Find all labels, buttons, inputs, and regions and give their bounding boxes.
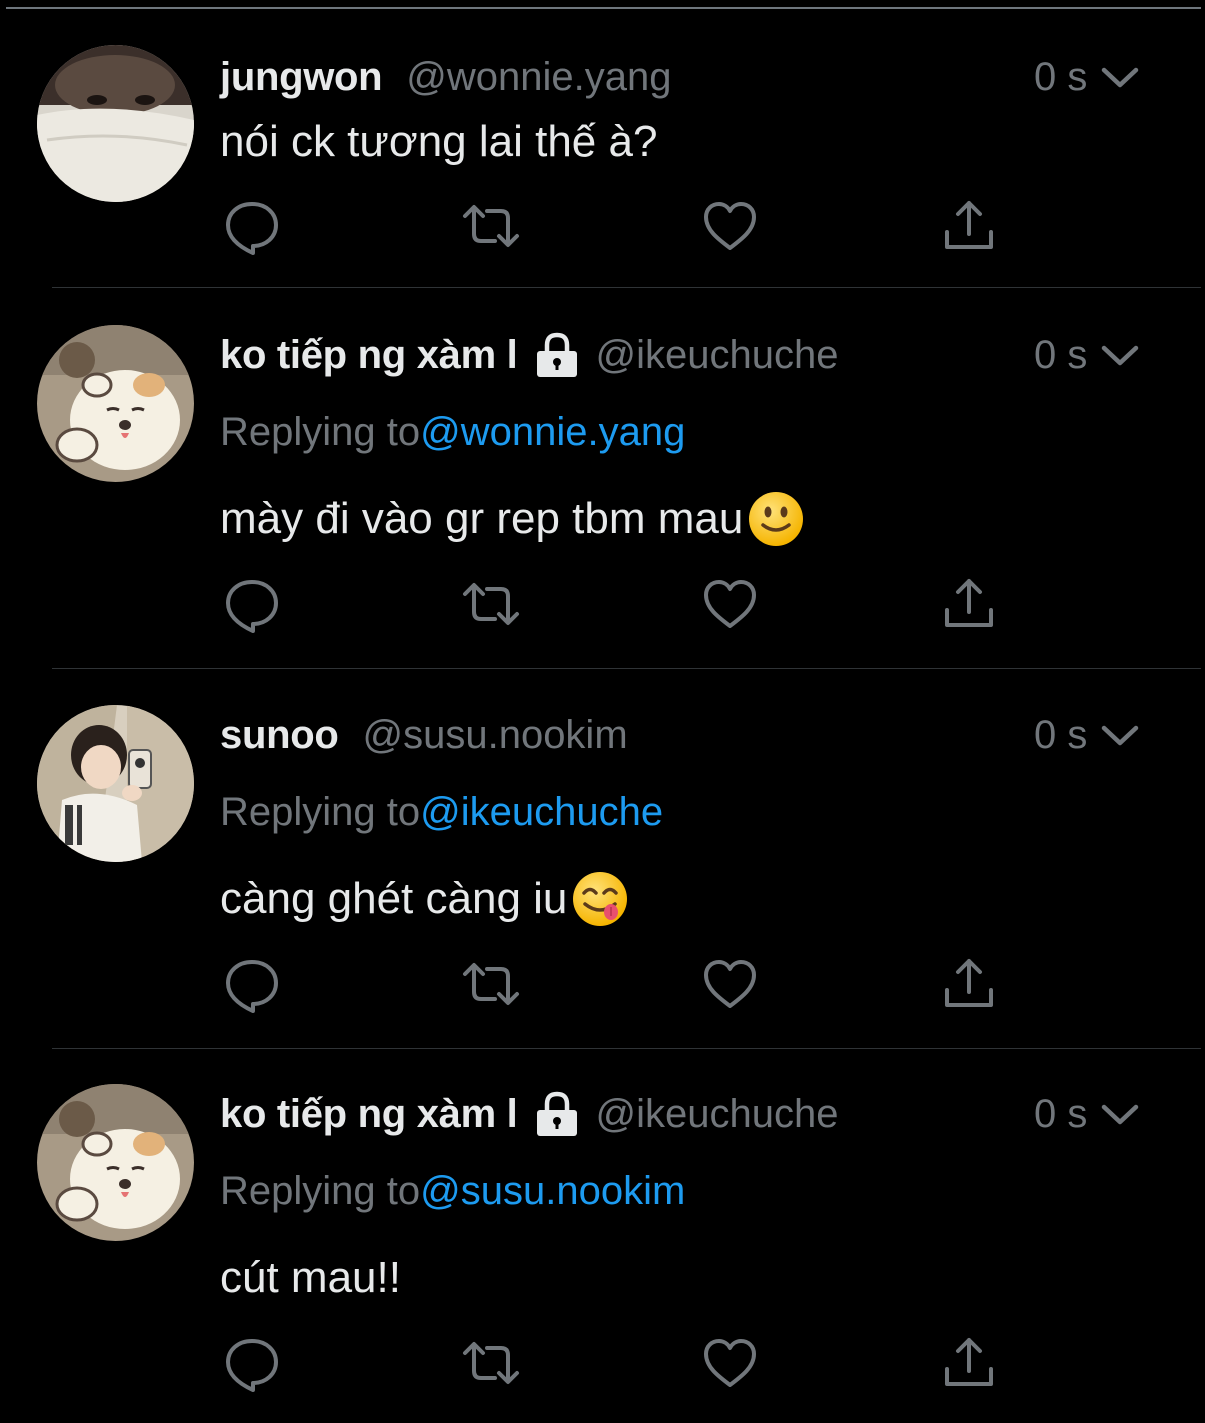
- reply-icon: [226, 202, 278, 255]
- share-icon: [945, 579, 993, 627]
- retweet-icon: [463, 583, 519, 625]
- retweet-icon: [463, 205, 519, 247]
- avatar[interactable]: [37, 1084, 194, 1241]
- retweet-button[interactable]: [461, 954, 521, 1014]
- timestamp: 0 s: [1034, 332, 1088, 377]
- share-button[interactable]: [939, 954, 999, 1014]
- lock-icon: [536, 1091, 577, 1136]
- reply-mention-link[interactable]: @ikeuchuche: [420, 790, 663, 834]
- user-handle[interactable]: @ikeuchuche: [596, 333, 839, 378]
- chevron-down-icon[interactable]: [1099, 62, 1141, 92]
- avatar[interactable]: [37, 45, 194, 202]
- like-button[interactable]: [700, 196, 760, 256]
- face-savoring-food-emoji: [573, 872, 628, 926]
- display-name[interactable]: ko tiếp ng xàm l: [220, 1092, 518, 1137]
- avatar[interactable]: [37, 705, 194, 862]
- replying-label: Replying to: [220, 790, 421, 834]
- display-name[interactable]: ko tiếp ng xàm l: [220, 333, 518, 378]
- reply-button[interactable]: [222, 954, 282, 1014]
- timestamp: 0 s: [1034, 1091, 1088, 1136]
- like-icon: [704, 960, 756, 1008]
- reply-mention-link[interactable]: @susu.nookim: [420, 1169, 685, 1213]
- chevron-down-icon[interactable]: [1099, 1099, 1141, 1129]
- like-button[interactable]: [700, 954, 760, 1014]
- chevron-down-icon[interactable]: [1099, 340, 1141, 370]
- share-icon: [945, 1338, 993, 1386]
- slightly-smiling-face-emoji: [749, 492, 804, 546]
- user-handle[interactable]: @ikeuchuche: [596, 1092, 839, 1137]
- display-name[interactable]: jungwon: [220, 55, 383, 100]
- reply-icon: [226, 580, 278, 633]
- retweet-icon: [463, 1342, 519, 1384]
- like-icon: [704, 1339, 756, 1387]
- replying-to: Replying to@susu.nookim: [220, 1169, 685, 1214]
- replying-to: Replying to@wonnie.yang: [220, 410, 685, 455]
- share-button[interactable]: [939, 574, 999, 634]
- avatar[interactable]: [37, 325, 194, 482]
- tweet-text: mày đi vào gr rep tbm mau: [220, 494, 744, 543]
- reply-button[interactable]: [222, 196, 282, 256]
- like-icon: [704, 580, 756, 628]
- timestamp: 0 s: [1034, 712, 1088, 757]
- tweet-text: nói ck tương lai thế à?: [220, 117, 658, 166]
- replying-to: Replying to@ikeuchuche: [220, 790, 663, 835]
- tweet-text: càng ghét càng iu: [220, 874, 568, 923]
- like-icon: [704, 202, 756, 250]
- lock-icon: [536, 332, 577, 377]
- retweet-button[interactable]: [461, 1333, 521, 1393]
- retweet-button[interactable]: [461, 574, 521, 634]
- reply-button[interactable]: [222, 1333, 282, 1393]
- retweet-button[interactable]: [461, 196, 521, 256]
- like-button[interactable]: [700, 1333, 760, 1393]
- share-button[interactable]: [939, 1333, 999, 1393]
- retweet-icon: [463, 963, 519, 1005]
- user-handle[interactable]: @wonnie.yang: [406, 55, 671, 100]
- reply-icon: [226, 1339, 278, 1392]
- share-button[interactable]: [939, 196, 999, 256]
- like-button[interactable]: [700, 574, 760, 634]
- replying-label: Replying to: [220, 1169, 421, 1213]
- tweet-text: cút mau!!: [220, 1253, 401, 1302]
- reply-button[interactable]: [222, 574, 282, 634]
- timestamp: 0 s: [1034, 54, 1088, 99]
- reply-icon: [226, 960, 278, 1013]
- share-icon: [945, 959, 993, 1007]
- reply-mention-link[interactable]: @wonnie.yang: [420, 410, 685, 454]
- user-handle[interactable]: @susu.nookim: [362, 713, 627, 758]
- replying-label: Replying to: [220, 410, 421, 454]
- tweet[interactable]: ko tiếp ng xàm l @ikeuchuche 0 s Replyin…: [0, 288, 1205, 669]
- share-icon: [945, 201, 993, 249]
- display-name[interactable]: sunoo: [220, 713, 339, 758]
- chevron-down-icon[interactable]: [1099, 720, 1141, 750]
- tweet[interactable]: sunoo @susu.nookim 0 s Replying to@ikeuc…: [0, 668, 1205, 1049]
- tweet[interactable]: ko tiếp ng xàm l @ikeuchuche 0 s Replyin…: [0, 1047, 1205, 1423]
